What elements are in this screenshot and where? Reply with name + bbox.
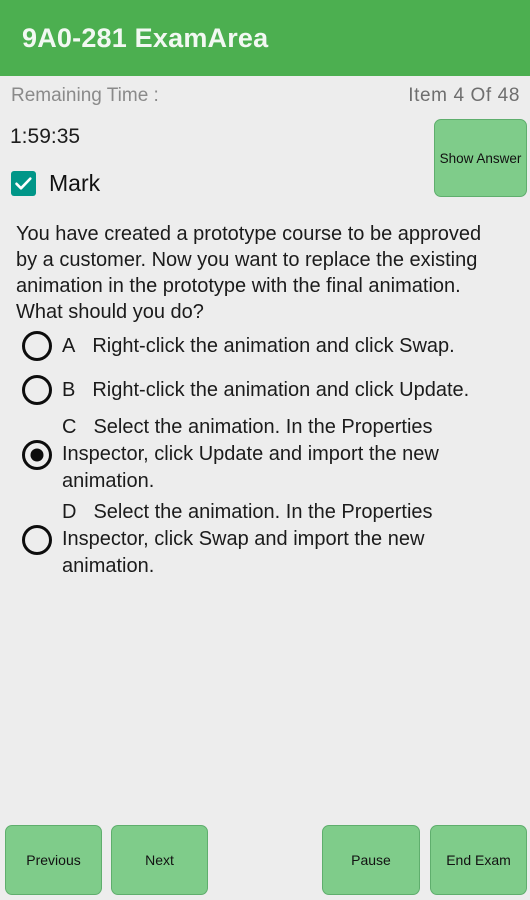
answer-option-c-body: Select the animation. In the Properties … (62, 416, 439, 492)
page-title: 9A0-281 ExamArea (22, 22, 269, 53)
remaining-time-label: Remaining Time : (11, 85, 159, 106)
end-exam-button[interactable]: End Exam (430, 825, 527, 895)
answer-option-c-letter: C (62, 416, 77, 438)
answer-option-b[interactable]: B Right-click the animation and click Upd… (0, 370, 530, 410)
show-answer-button[interactable]: Show Answer (434, 119, 527, 197)
countdown-timer: 1:59:35 (10, 125, 81, 148)
answer-option-a-letter: A (62, 334, 76, 357)
answer-option-a[interactable]: A Right-click the animation and click Swa… (0, 326, 530, 366)
bottom-navigation-bar: Previous Next Pause End Exam (0, 825, 530, 895)
radio-button-a[interactable] (22, 331, 52, 361)
answer-option-c-text: C Select the animation. In the Properties… (62, 414, 516, 495)
answer-option-d-text: D Select the animation. In the Properties… (62, 499, 516, 580)
answer-options-list: A Right-click the animation and click Swa… (0, 326, 530, 584)
question-text: You have created a prototype course to b… (16, 223, 482, 323)
mark-question-toggle[interactable]: Mark (11, 171, 100, 196)
mark-checkbox[interactable] (11, 171, 36, 196)
radio-button-c[interactable] (22, 439, 52, 470)
answer-option-b-text: B Right-click the animation and click Upd… (62, 377, 469, 404)
radio-button-b[interactable] (22, 375, 52, 405)
previous-button[interactable]: Previous (5, 825, 102, 895)
item-counter: Item 4 Of 48 (408, 85, 520, 106)
radio-button-d[interactable] (22, 524, 52, 555)
answer-option-d-letter: D (62, 501, 77, 523)
next-button[interactable]: Next (111, 825, 208, 895)
checkmark-icon (15, 177, 32, 190)
answer-option-b-body: Right-click the animation and click Upda… (92, 378, 470, 401)
exam-status-bar: Remaining Time : Item 4 Of 48 1:59:35 Sh… (0, 76, 530, 211)
answer-option-a-body: Right-click the animation and click Swap… (92, 334, 455, 357)
pause-button[interactable]: Pause (322, 825, 420, 895)
answer-option-b-letter: B (62, 378, 76, 401)
app-bar: 9A0-281 ExamArea (0, 0, 530, 76)
answer-option-d-body: Select the animation. In the Properties … (62, 501, 433, 577)
answer-option-a-text: A Right-click the animation and click Swa… (62, 333, 455, 360)
answer-option-c[interactable]: C Select the animation. In the Properties… (0, 414, 530, 495)
answer-option-d[interactable]: D Select the animation. In the Properties… (0, 499, 530, 580)
mark-label: Mark (49, 170, 101, 196)
